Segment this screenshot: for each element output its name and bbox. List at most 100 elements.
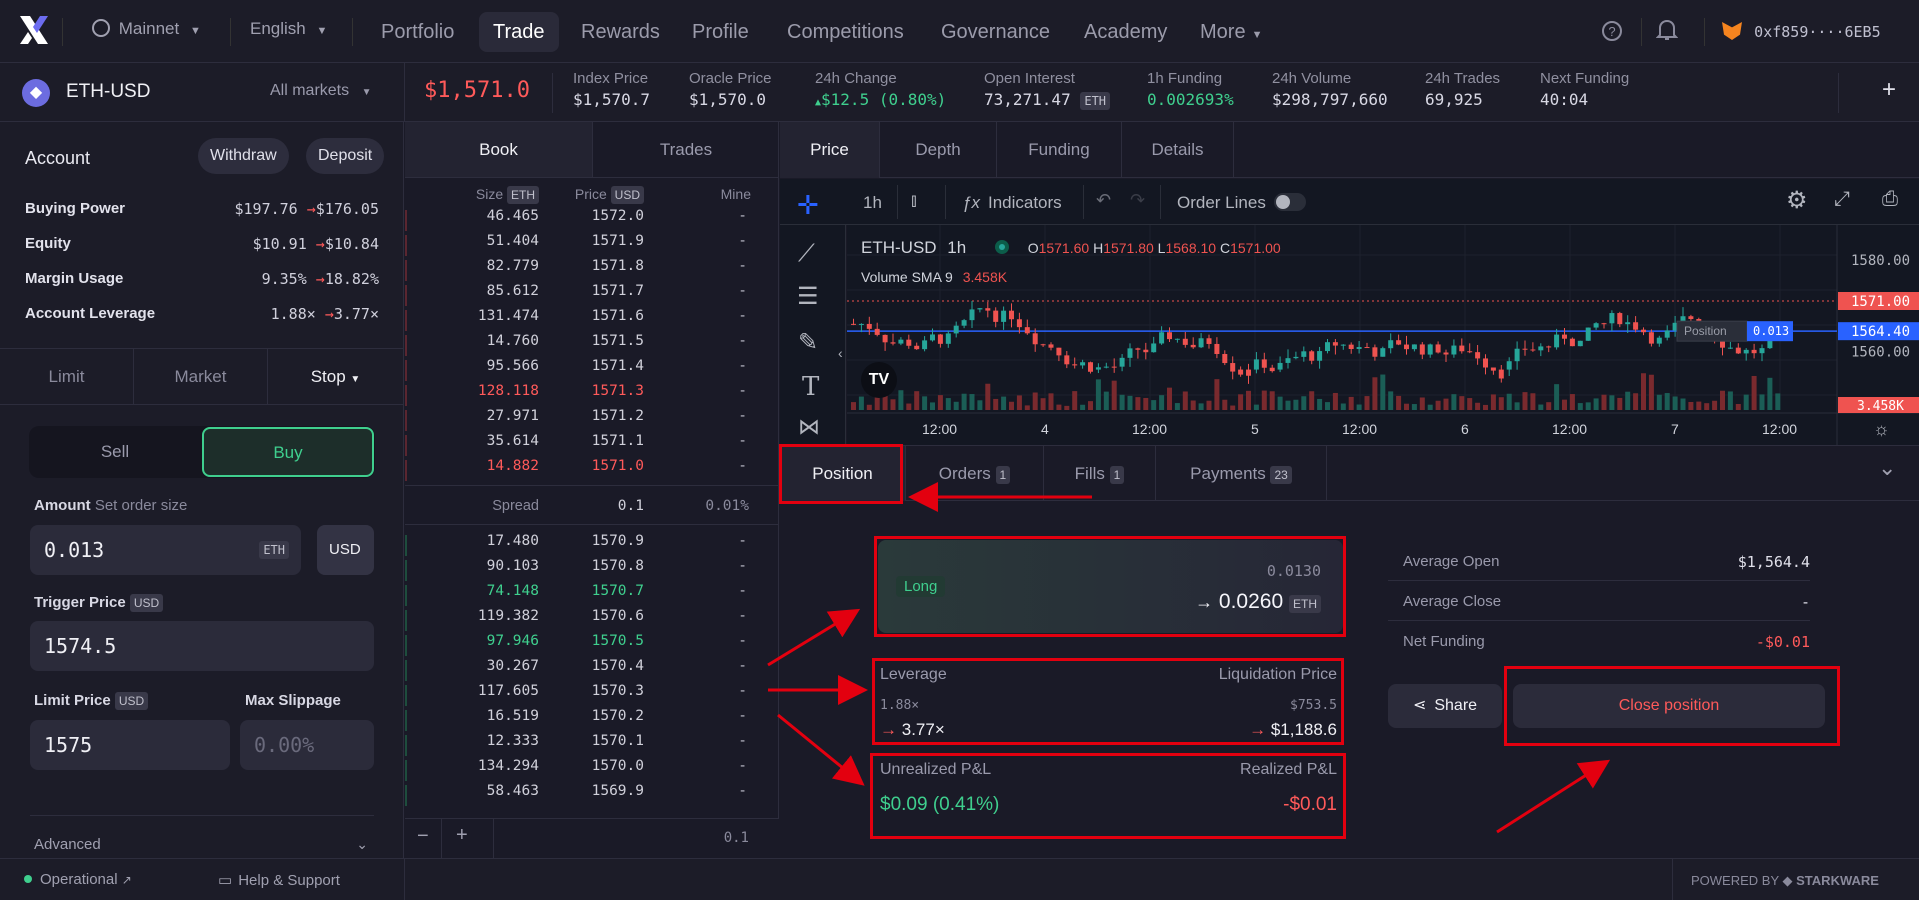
book-row[interactable]: 117.605 1570.3 - — [405, 683, 779, 708]
usd-toggle-button[interactable]: USD — [317, 525, 374, 575]
tab-fills[interactable]: Fills 1 — [1043, 446, 1155, 501]
book-row[interactable]: 16.519 1570.2 - — [405, 708, 779, 733]
tab-depth[interactable]: Depth — [880, 122, 997, 178]
brush-icon[interactable]: ✎ — [798, 328, 818, 357]
book-row[interactable]: 30.267 1570.4 - — [405, 658, 779, 683]
book-row[interactable]: 97.946 1570.5 - — [405, 633, 779, 658]
book-row[interactable]: 119.382 1570.6 - — [405, 608, 779, 633]
tab-orders[interactable]: Orders 1 — [905, 446, 1043, 501]
trendline-icon[interactable]: ⟋ — [798, 240, 815, 268]
indicators-button[interactable]: ƒx Indicators — [962, 193, 1062, 213]
fullscreen-icon[interactable]: ⤢ — [1834, 188, 1850, 211]
tab-trades[interactable]: Trades — [592, 122, 779, 178]
stat-label: 24h Change — [815, 70, 897, 87]
tab-book[interactable]: Book — [405, 122, 592, 178]
share-button[interactable]: ⋖ Share — [1388, 684, 1502, 728]
withdraw-button[interactable]: Withdraw — [198, 138, 289, 174]
book-size: 51.404 — [486, 233, 539, 249]
volume-value: 3.458K — [962, 269, 1008, 285]
plus-icon[interactable]: + — [456, 824, 468, 847]
nav-academy[interactable]: Academy — [1070, 12, 1181, 52]
tab-payments[interactable]: Payments 23 — [1155, 446, 1327, 501]
book-row[interactable]: 58.463 1569.9 - — [405, 783, 779, 808]
nav-portfolio[interactable]: Portfolio — [367, 12, 468, 52]
minus-icon[interactable]: − — [417, 825, 429, 848]
tab-details[interactable]: Details — [1122, 122, 1234, 178]
buy-button[interactable]: Buy — [202, 427, 374, 477]
stat-value-wrap: ▲$12.5 (0.80%) — [815, 90, 946, 109]
book-row[interactable]: 128.118 1571.3 - — [405, 383, 779, 408]
tab-stop[interactable]: Stop ▼ — [268, 349, 404, 405]
nav-competitions[interactable]: Competitions — [773, 12, 918, 52]
candles-icon[interactable]: ⫾ — [911, 190, 917, 211]
volume-bar — [1340, 403, 1346, 410]
plus-icon[interactable]: + — [1882, 76, 1896, 104]
book-row[interactable]: 14.882 1571.0 - — [405, 458, 779, 483]
book-row[interactable]: 17.480 1570.9 - — [405, 533, 779, 558]
candle — [1743, 349, 1749, 354]
book-mine: - — [738, 533, 747, 549]
candle — [914, 345, 920, 350]
text-tool-icon[interactable]: T — [802, 372, 819, 402]
tab-price[interactable]: Price — [780, 122, 880, 178]
settings-gear-icon[interactable]: ⚙ — [1786, 186, 1808, 215]
max-slippage-input[interactable]: 0.00% — [240, 720, 374, 770]
amount-input[interactable]: 0.013 ETH — [30, 525, 301, 575]
book-row[interactable]: 95.566 1571.4 - — [405, 358, 779, 383]
book-row[interactable]: 74.148 1570.7 - — [405, 583, 779, 608]
operational-status[interactable]: Operational ↗ — [24, 871, 132, 888]
undo-icon[interactable]: ↶ — [1096, 190, 1111, 211]
price-chart[interactable]: 1580.00 1560.00 1571.00 1564.40 3.458K Positi… — [847, 225, 1919, 445]
order-lines-toggle[interactable]: Order Lines — [1177, 193, 1306, 213]
interval-button[interactable]: 1h — [863, 193, 882, 213]
fib-icon[interactable]: ☰ — [797, 282, 819, 311]
count-badge: 23 — [1270, 466, 1292, 484]
chevron-down-icon[interactable]: ⌄ — [1878, 455, 1896, 481]
tab-market[interactable]: Market — [134, 349, 268, 405]
limit-price-input[interactable]: 1575 — [30, 720, 230, 770]
book-row[interactable]: 46.465 1572.0 - — [405, 208, 779, 233]
camera-icon[interactable]: ⎙ — [1882, 188, 1898, 211]
book-row[interactable]: 90.103 1570.8 - — [405, 558, 779, 583]
nav-rewards[interactable]: Rewards — [567, 12, 674, 52]
book-row[interactable]: 134.294 1570.0 - — [405, 758, 779, 783]
collapse-toolbar-icon[interactable]: ‹ — [838, 345, 843, 361]
book-row[interactable]: 12.333 1570.1 - — [405, 733, 779, 758]
tab-limit[interactable]: Limit — [0, 349, 134, 405]
volume-bar — [961, 393, 967, 410]
candle — [1514, 348, 1520, 362]
deposit-button[interactable]: Deposit — [306, 138, 385, 174]
network-selector[interactable]: Mainnet ▼ — [92, 19, 201, 45]
candle — [1325, 342, 1330, 352]
nav-governance[interactable]: Governance — [927, 12, 1064, 52]
pattern-icon[interactable]: ⋈ — [798, 414, 820, 440]
redo-icon[interactable]: ↷ — [1130, 190, 1145, 211]
book-row[interactable]: 51.404 1571.9 - — [405, 233, 779, 258]
depth-bar — [405, 735, 407, 756]
candle — [953, 325, 959, 334]
dydx-logo[interactable] — [18, 14, 50, 46]
volume-bar — [1095, 379, 1101, 410]
book-row[interactable]: 35.614 1571.1 - — [405, 433, 779, 458]
all-markets-dropdown[interactable]: All markets ▼ — [270, 82, 371, 100]
crosshair-icon[interactable]: ✛ — [797, 190, 819, 221]
nav-more[interactable]: More ▼ — [1186, 12, 1276, 52]
nav-profile[interactable]: Profile — [678, 12, 763, 52]
nav-trade[interactable]: Trade — [479, 12, 559, 52]
wallet-button[interactable]: 0xf859····6EB5 — [1722, 18, 1881, 46]
sell-button[interactable]: Sell — [32, 428, 198, 476]
advanced-toggle[interactable]: Advanced ⌄ — [34, 836, 368, 853]
help-support-link[interactable]: ▭ Help & Support — [218, 871, 340, 889]
trigger-price-input[interactable]: 1574.5 — [30, 621, 374, 671]
bell-icon[interactable] — [1655, 18, 1679, 47]
book-row[interactable]: 131.474 1571.6 - — [405, 308, 779, 333]
candle — [1562, 334, 1567, 339]
book-row[interactable]: 85.612 1571.7 - — [405, 283, 779, 308]
tab-funding[interactable]: Funding — [997, 122, 1122, 178]
book-row[interactable]: 27.971 1571.2 - — [405, 408, 779, 433]
time-tick-label: 7 — [1671, 421, 1679, 437]
book-row[interactable]: 14.760 1571.5 - — [405, 333, 779, 358]
help-icon[interactable]: ? — [1602, 21, 1622, 41]
book-row[interactable]: 82.779 1571.8 - — [405, 258, 779, 283]
language-selector[interactable]: English ▼ — [250, 19, 327, 39]
